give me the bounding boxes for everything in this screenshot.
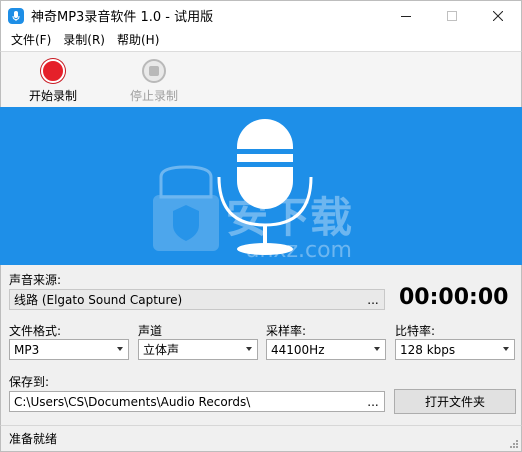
menu-record[interactable]: 录制(R) <box>57 30 111 51</box>
open-folder-button[interactable]: 打开文件夹 <box>394 389 516 414</box>
menu-bar: 文件(F) 录制(R) 帮助(H) <box>0 30 522 51</box>
save-path-value: C:\Users\CS\Documents\Audio Records\ <box>14 394 251 409</box>
channel-label: 声道 <box>138 324 163 338</box>
close-icon[interactable] <box>475 1 521 30</box>
chevron-down-icon <box>374 347 380 351</box>
watermark-text: 安下载 <box>226 193 352 242</box>
bitrate-select[interactable]: 128 kbps <box>395 339 515 360</box>
toolbar: 开始录制 停止录制 <box>0 51 522 107</box>
save-browse-button[interactable]: ... <box>362 392 384 411</box>
save-path-field[interactable]: C:\Users\CS\Documents\Audio Records\ ... <box>9 391 385 412</box>
resize-grip-icon[interactable] <box>509 439 519 449</box>
title-bar: 神奇MP3录音软件 1.0 - 试用版 <box>0 0 522 30</box>
format-value: MP3 <box>14 342 40 357</box>
stop-record-button[interactable]: 停止录制 <box>114 56 194 106</box>
source-label: 声音来源: <box>9 273 62 287</box>
samplerate-select[interactable]: 44100Hz <box>266 339 386 360</box>
format-select[interactable]: MP3 <box>9 339 129 360</box>
bitrate-value: 128 kbps <box>400 342 456 357</box>
menu-file[interactable]: 文件(F) <box>5 30 57 51</box>
banner: 安下载 anxz.com <box>0 107 522 265</box>
chevron-down-icon <box>246 347 252 351</box>
maximize-icon[interactable] <box>429 1 475 30</box>
minimize-icon[interactable] <box>383 1 429 30</box>
chevron-down-icon <box>117 347 123 351</box>
samplerate-value: 44100Hz <box>271 342 325 357</box>
watermark-url: anxz.com <box>246 238 352 263</box>
channel-value: 立体声 <box>143 343 180 357</box>
bitrate-label: 比特率: <box>395 324 436 338</box>
start-record-button[interactable]: 开始录制 <box>13 56 93 106</box>
stop-icon <box>142 59 166 83</box>
save-label: 保存到: <box>9 375 50 389</box>
record-timer: 00:00:00 <box>399 285 509 310</box>
status-bar: 准备就绪 <box>0 425 522 452</box>
status-text: 准备就绪 <box>9 432 58 446</box>
format-label: 文件格式: <box>9 324 62 338</box>
sound-source-field[interactable]: 线路 (Elgato Sound Capture) ... <box>9 289 385 310</box>
channel-select[interactable]: 立体声 <box>138 339 258 360</box>
menu-help[interactable]: 帮助(H) <box>111 30 165 51</box>
settings-panel: 声音来源: 线路 (Elgato Sound Capture) ... 00:0… <box>0 265 522 425</box>
source-browse-button[interactable]: ... <box>362 290 384 309</box>
window-title: 神奇MP3录音软件 1.0 - 试用版 <box>31 10 214 25</box>
microphone-app-icon <box>8 7 24 24</box>
sound-source-value: 线路 (Elgato Sound Capture) <box>14 293 183 307</box>
chevron-down-icon <box>503 347 509 351</box>
record-icon <box>41 59 65 83</box>
samplerate-label: 采样率: <box>266 324 307 338</box>
start-record-label: 开始录制 <box>28 89 77 103</box>
watermark-logo <box>153 165 219 251</box>
stop-record-label: 停止录制 <box>129 89 178 103</box>
